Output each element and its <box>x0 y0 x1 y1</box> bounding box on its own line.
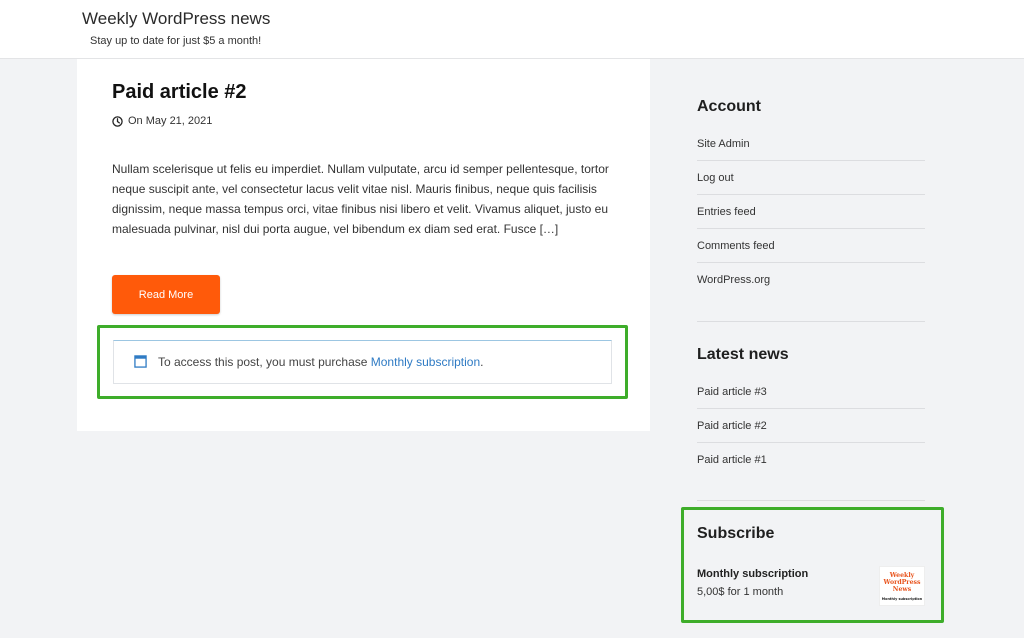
post-title[interactable]: Paid article #2 <box>112 81 247 104</box>
account-link-entries-feed[interactable]: Entries feed <box>697 195 925 229</box>
link-entries-feed[interactable]: Entries feed <box>697 206 756 218</box>
account-link-site-admin[interactable]: Site Admin <box>697 127 925 161</box>
link-log-out[interactable]: Log out <box>697 172 734 184</box>
restricted-access-notice: To access this post, you must purchase M… <box>113 340 612 384</box>
notice-suffix: . <box>480 355 484 369</box>
site-header: Weekly WordPress news Stay up to date fo… <box>0 0 1024 59</box>
window-icon <box>134 355 147 373</box>
thumb-title-line2: WordPress <box>883 579 921 586</box>
site-tagline: Stay up to date for just $5 a month! <box>90 35 262 47</box>
latest-news-widget-title: Latest news <box>697 346 789 363</box>
link-comments-feed[interactable]: Comments feed <box>697 240 775 252</box>
link-wordpress-org[interactable]: WordPress.org <box>697 274 770 286</box>
news-item[interactable]: Paid article #1 <box>697 443 925 477</box>
notice-prefix: To access this post, you must purchase <box>158 355 371 369</box>
account-link-log-out[interactable]: Log out <box>697 161 925 195</box>
post-meta: On May 21, 2021 <box>112 115 212 127</box>
link-paid-article-3[interactable]: Paid article #3 <box>697 386 767 398</box>
sidebar-divider <box>697 321 925 322</box>
account-links: Site Admin Log out Entries feed Comments… <box>697 127 925 297</box>
news-item[interactable]: Paid article #3 <box>697 375 925 409</box>
account-widget-title: Account <box>697 98 761 115</box>
thumb-title-line1: Weekly <box>889 572 915 579</box>
account-link-wordpress-org[interactable]: WordPress.org <box>697 263 925 297</box>
post-excerpt: Nullam scelerisque ut felis eu imperdiet… <box>112 162 609 236</box>
link-site-admin[interactable]: Site Admin <box>697 138 750 150</box>
account-link-comments-feed[interactable]: Comments feed <box>697 229 925 263</box>
site-title[interactable]: Weekly WordPress news <box>82 9 270 29</box>
news-item[interactable]: Paid article #2 <box>697 409 925 443</box>
thumb-title-line3: News <box>893 586 912 593</box>
subscription-link[interactable]: Monthly subscription <box>371 355 480 369</box>
notice-text: To access this post, you must purchase M… <box>158 355 484 369</box>
subscription-name[interactable]: Monthly subscription <box>697 568 808 580</box>
read-more-button[interactable]: Read More <box>112 275 220 314</box>
subscription-price: 5,00$ for 1 month <box>697 586 784 598</box>
subscription-thumbnail[interactable]: Weekly WordPress News Monthly subscripti… <box>879 566 925 606</box>
thumb-caption: Monthly subscription <box>882 597 923 601</box>
post-date: On May 21, 2021 <box>128 115 213 127</box>
link-paid-article-1[interactable]: Paid article #1 <box>697 454 767 466</box>
subscribe-widget-title: Subscribe <box>697 525 775 542</box>
latest-news-links: Paid article #3 Paid article #2 Paid art… <box>697 375 925 477</box>
link-paid-article-2[interactable]: Paid article #2 <box>697 420 767 432</box>
sidebar-divider <box>697 500 925 501</box>
clock-icon <box>112 115 123 127</box>
